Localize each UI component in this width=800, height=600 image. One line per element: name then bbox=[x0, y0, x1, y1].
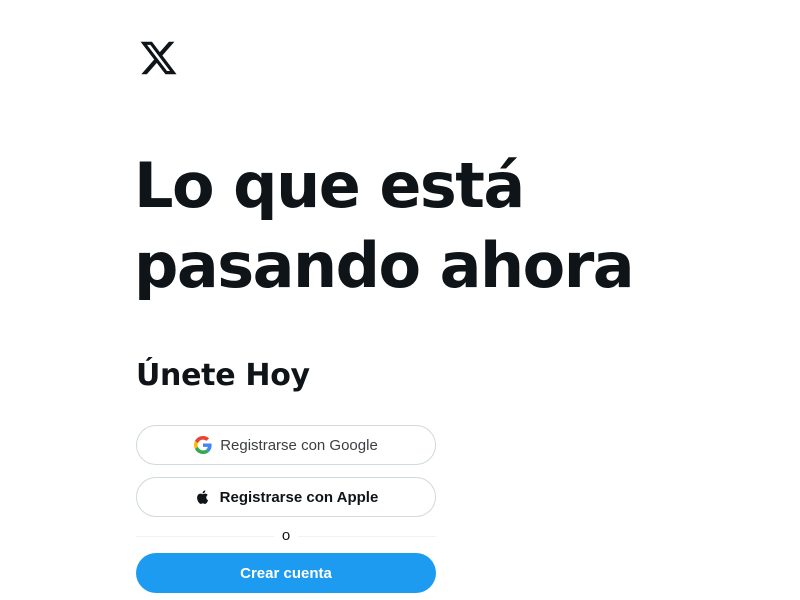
headline: Lo que está pasando ahora bbox=[134, 146, 635, 306]
signup-google-button[interactable]: Registrarse con Google bbox=[136, 425, 436, 465]
x-logo-icon bbox=[138, 38, 179, 78]
or-text: o bbox=[281, 527, 291, 544]
signup-google-label: Registrarse con Google bbox=[220, 436, 378, 454]
or-divider: o bbox=[136, 526, 436, 546]
google-icon bbox=[194, 436, 212, 454]
divider-line-right bbox=[298, 535, 436, 537]
apple-icon bbox=[194, 488, 212, 506]
headline-line-1: Lo que está bbox=[134, 149, 525, 222]
join-today-heading: Únete Hoy bbox=[136, 358, 310, 393]
divider-line-left bbox=[136, 535, 274, 537]
create-account-button[interactable]: Crear cuenta bbox=[136, 553, 436, 593]
signup-apple-button[interactable]: Registrarse con Apple bbox=[136, 477, 436, 517]
create-account-label: Crear cuenta bbox=[240, 564, 332, 582]
headline-line-2: pasando ahora bbox=[134, 229, 635, 302]
signup-apple-label: Registrarse con Apple bbox=[219, 488, 379, 506]
